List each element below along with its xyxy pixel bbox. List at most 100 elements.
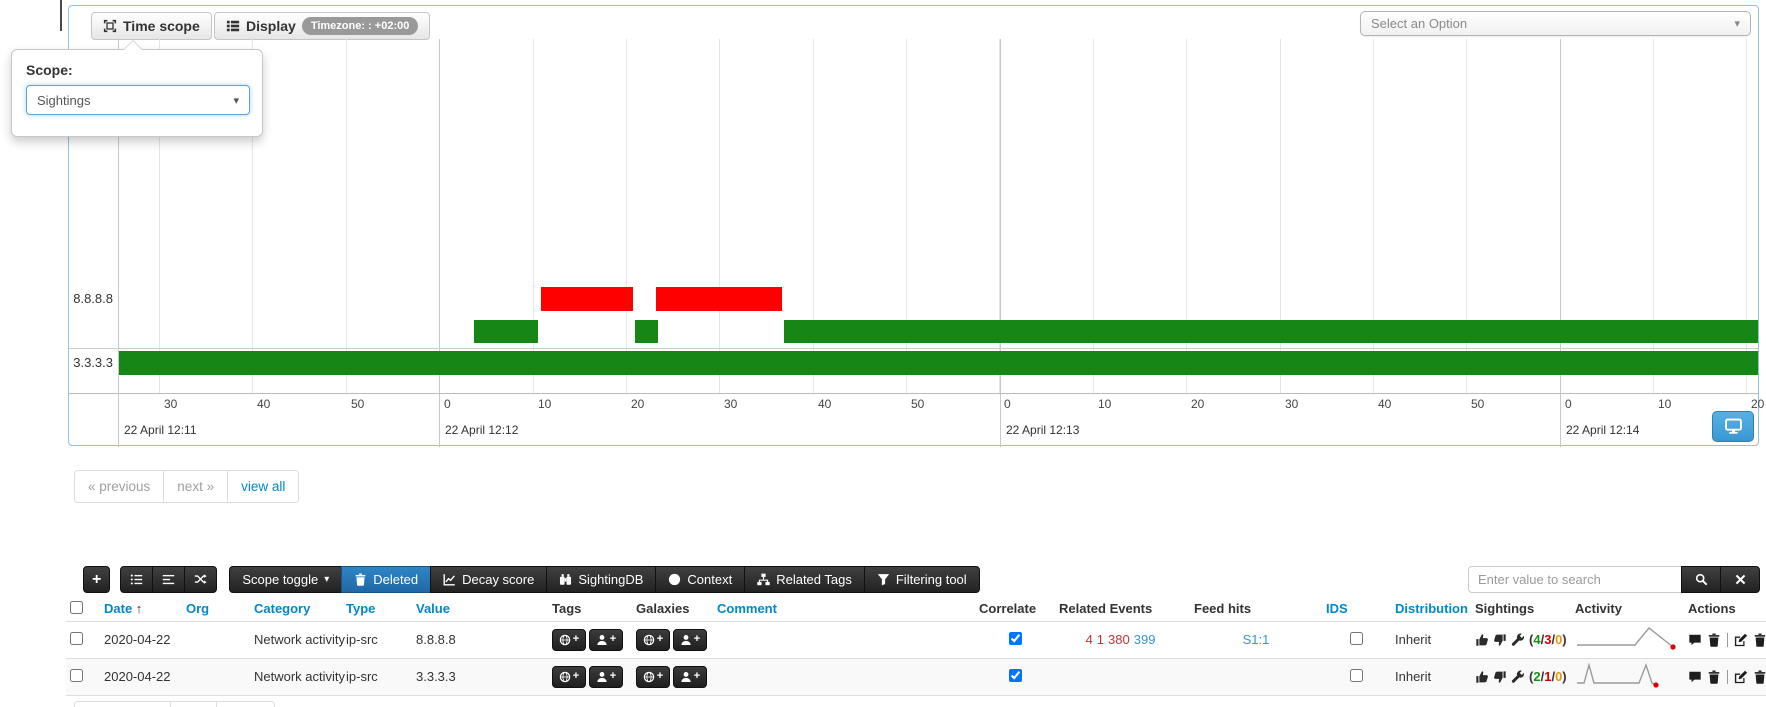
deleted-button[interactable]: Deleted [341, 566, 431, 593]
add-attribute-button[interactable]: + [83, 566, 110, 593]
fullscreen-button[interactable] [1712, 411, 1754, 442]
chart-icon [443, 573, 456, 586]
column-header-distribution[interactable]: Distribution [1391, 597, 1471, 621]
display-button[interactable]: Display Timezone: : +02:00 [214, 12, 430, 40]
bottom-pagination-fragment[interactable] [74, 701, 275, 707]
x-tick-label: 50 [351, 397, 364, 411]
clear-search-button[interactable] [1720, 566, 1760, 593]
related-event-link[interactable]: 380 [1108, 632, 1130, 647]
add-local-tag-button[interactable]: + [673, 629, 707, 651]
filtering-tool-button[interactable]: Filtering tool [864, 566, 980, 593]
column-header-actions: Actions [1684, 597, 1766, 621]
x-tick-label: 50 [911, 397, 924, 411]
decay-score-button[interactable]: Decay score [430, 566, 547, 593]
search-input[interactable] [1468, 566, 1682, 593]
related-event-link[interactable]: 399 [1134, 632, 1156, 647]
add-tag-button[interactable]: + [636, 666, 670, 688]
sightingdb-button[interactable]: SightingDB [546, 566, 656, 593]
edit-action-icon[interactable] [1734, 633, 1748, 647]
user-icon [680, 634, 692, 646]
row-select-checkbox[interactable] [70, 669, 83, 682]
sighting-add-icon[interactable] [1475, 633, 1489, 647]
delete-action-icon[interactable] [1753, 633, 1766, 647]
scope-toggle-button[interactable]: Scope toggle▾ [229, 566, 342, 593]
sighting-advanced-icon[interactable] [1511, 670, 1525, 684]
cell-ids [1322, 621, 1391, 658]
ids-checkbox[interactable] [1350, 669, 1363, 682]
search-button[interactable] [1681, 566, 1721, 593]
sighting-false-positive-icon[interactable] [1493, 633, 1507, 647]
column-header-tags: Tags [548, 597, 632, 621]
minute-boundary-line [1560, 39, 1561, 447]
feed-hit-link[interactable]: S1:1 [1243, 632, 1270, 647]
cell-tags: ++ [548, 621, 632, 658]
column-header-date[interactable]: Date ↑ [100, 597, 182, 621]
timeline-option-select[interactable]: Select an Option ▾ [1360, 11, 1751, 36]
correlate-checkbox[interactable] [1009, 632, 1022, 645]
sighting-counts: (2/1/0) [1529, 669, 1567, 684]
compact-view-icon [162, 573, 175, 586]
add-local-tag-button[interactable]: + [589, 629, 623, 651]
select-all-checkbox[interactable] [70, 601, 83, 614]
add-local-tag-button[interactable]: + [589, 666, 623, 688]
cell-comment [713, 621, 975, 658]
sighting-add-icon[interactable] [1475, 670, 1489, 684]
view-all-button[interactable]: view all [227, 470, 299, 503]
gridline [719, 39, 720, 393]
sighting-advanced-icon[interactable] [1511, 633, 1525, 647]
related-event-link[interactable]: 1 [1097, 632, 1104, 647]
add-local-tag-button[interactable]: + [673, 666, 707, 688]
globe-icon [643, 671, 655, 683]
column-header-correlate: Correlate [975, 597, 1055, 621]
time-scope-button[interactable]: Time scope [91, 12, 212, 40]
related-event-link[interactable]: 4 [1086, 632, 1093, 647]
x-tick-label: 40 [818, 397, 831, 411]
previous-page-button[interactable]: « previous [74, 470, 164, 503]
pagination: « previous next » view all [74, 470, 299, 503]
ids-checkbox[interactable] [1350, 632, 1363, 645]
row-select-checkbox[interactable] [70, 632, 83, 645]
column-header-ids[interactable]: IDS [1322, 597, 1391, 621]
context-button[interactable]: Context [655, 566, 745, 593]
add-tag-button[interactable]: + [636, 629, 670, 651]
sighting-positive-bar[interactable] [635, 320, 658, 343]
related-tags-button[interactable]: Related Tags [744, 566, 865, 593]
x-axis-line [69, 393, 1758, 394]
cell-correlate [975, 621, 1055, 658]
column-header-category[interactable]: Category [250, 597, 342, 621]
date-label: 22 April 12:11 [124, 423, 197, 437]
misp-event-attributes-page: Time scope Display Timezone: : +02:00 Se… [0, 0, 1766, 707]
correlate-checkbox[interactable] [1009, 669, 1022, 682]
sighting-positive-bar[interactable] [784, 320, 1758, 343]
list-view-icon [130, 573, 143, 586]
sighting-false-positive-bar[interactable] [656, 287, 782, 311]
delete-action-icon[interactable] [1753, 670, 1766, 684]
cell-comment [713, 658, 975, 695]
sighting-positive-bar[interactable] [119, 351, 1758, 375]
cell-feed-hits: S1:1 [1190, 621, 1322, 658]
add-tag-button[interactable]: + [552, 666, 586, 688]
list-view-button[interactable] [120, 566, 153, 593]
add-tag-button[interactable]: + [552, 629, 586, 651]
shuffle-view-button[interactable] [184, 566, 217, 593]
comment-action-icon[interactable] [1688, 670, 1702, 684]
column-header-value[interactable]: Value [412, 597, 548, 621]
edit-action-icon[interactable] [1734, 670, 1748, 684]
chevron-down-icon: ▾ [1734, 17, 1740, 30]
attributes-table: Date ↑OrgCategoryTypeValueTagsGalaxiesCo… [66, 597, 1766, 696]
column-header-activity: Activity [1571, 597, 1684, 621]
comment-action-icon[interactable] [1688, 633, 1702, 647]
sighting-false-positive-icon[interactable] [1493, 670, 1507, 684]
soft-delete-action-icon[interactable] [1707, 670, 1721, 684]
soft-delete-action-icon[interactable] [1707, 633, 1721, 647]
next-page-button[interactable]: next » [163, 470, 228, 503]
compact-view-button[interactable] [152, 566, 185, 593]
scope-select[interactable]: Sightings ▾ [26, 85, 250, 115]
sighting-false-positive-bar[interactable] [541, 287, 633, 311]
column-header-org[interactable]: Org [182, 597, 250, 621]
column-header-comment[interactable]: Comment [713, 597, 975, 621]
x-tick-label: 20 [631, 397, 644, 411]
sighting-positive-bar[interactable] [474, 320, 538, 343]
column-header-type[interactable]: Type [342, 597, 412, 621]
timeline-option-select-value: Select an Option [1371, 16, 1467, 31]
